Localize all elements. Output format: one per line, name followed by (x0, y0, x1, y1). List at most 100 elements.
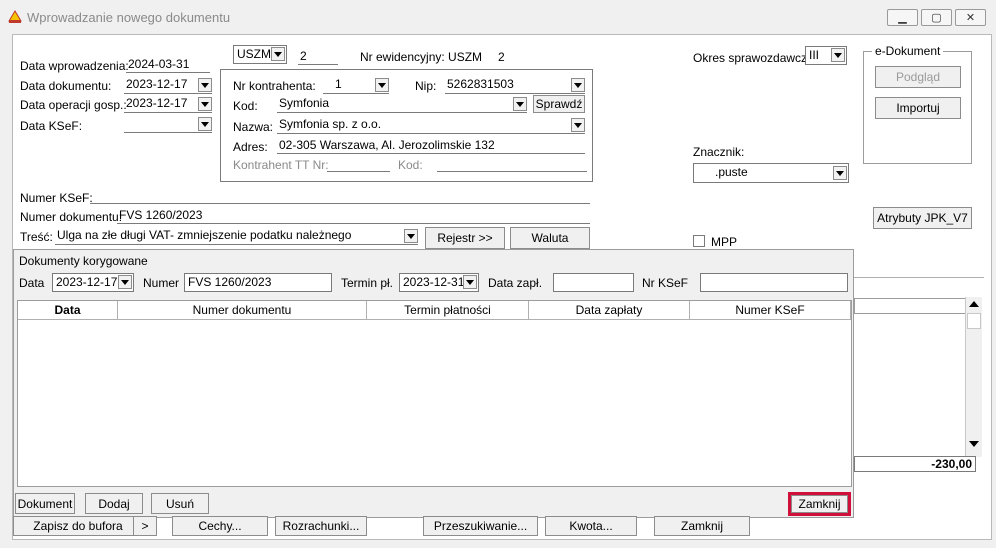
corr-data-picker[interactable]: 2023-12-17 (52, 273, 134, 292)
close-button[interactable]: ✕ (955, 9, 986, 26)
przeszukiwanie-button[interactable]: Przeszukiwanie... (423, 516, 538, 536)
kontrahent-tt-field[interactable] (327, 156, 390, 172)
data-ksef-label: Data KSeF: (20, 119, 83, 133)
tresc-label: Treść: (20, 230, 53, 244)
corr-termin-picker[interactable]: 2023-12-31 (399, 273, 479, 292)
scroll-up-icon[interactable] (969, 301, 979, 307)
znacznik-label: Znacznik: (693, 145, 745, 159)
column-header-numer[interactable]: Numer dokumentu (118, 301, 367, 320)
corr-numer-field[interactable]: FVS 1260/2023 (184, 273, 332, 292)
divider (854, 277, 984, 278)
adres-value: 02-305 Warszawa, Al. Jerozolimskie 132 (277, 138, 585, 154)
corr-termin-value: 2023-12-31 (403, 275, 465, 289)
scrollbar[interactable] (965, 297, 982, 457)
corrected-documents-table[interactable]: Data Numer dokumentu Termin płatności Da… (17, 300, 852, 487)
znacznik-select[interactable]: .puste (693, 163, 849, 183)
chevron-down-icon[interactable] (513, 97, 527, 111)
window-title: Wprowadzanie nowego dokumentu (27, 10, 231, 25)
more-button[interactable]: > (133, 516, 157, 536)
corr-data-value: 2023-12-17 (56, 275, 118, 289)
chevron-down-icon[interactable] (271, 47, 285, 61)
chevron-down-icon[interactable] (831, 48, 845, 62)
dokument-button[interactable]: Dokument (15, 493, 75, 514)
atrybuty-jpk-button[interactable]: Atrybuty JPK_V7 (873, 207, 972, 229)
zamknij-korygowane-button[interactable]: Zamknij (791, 495, 848, 513)
rejestr-button[interactable]: Rejestr >> (425, 227, 505, 249)
register-select[interactable]: USZM (233, 45, 287, 64)
chevron-down-icon[interactable] (198, 117, 212, 131)
dokumenty-korygowane-title: Dokumenty korygowane (19, 254, 148, 268)
nr-kontrahenta-label: Nr kontrahenta: (233, 79, 316, 93)
column-header-numer-ksef[interactable]: Numer KSeF (690, 301, 851, 320)
amount-field: -230,00 (854, 456, 976, 472)
numer-ksef-label: Numer KSeF: (20, 191, 93, 205)
data-operacji-label: Data operacji gosp.: (20, 98, 127, 112)
column-header-termin[interactable]: Termin płatności (367, 301, 529, 320)
data-dokumentu-value: 2023-12-17 (126, 77, 188, 91)
chevron-down-icon[interactable] (118, 275, 132, 289)
nazwa-select[interactable]: Symfonia sp. z o.o. (277, 117, 585, 134)
nazwa-label: Nazwa: (233, 120, 274, 134)
nr-kontrahenta-select[interactable]: 1 (323, 77, 389, 94)
chevron-down-icon[interactable] (833, 166, 847, 180)
corr-numer-label: Numer (143, 276, 180, 290)
data-wprowadzenia-value: 2024-03-31 (126, 57, 210, 73)
tresc-select[interactable]: Ulga na złe długi VAT- zmniejszenie poda… (55, 228, 418, 245)
zapisz-do-bufora-button[interactable]: Zapisz do bufora (13, 516, 143, 536)
corr-data-zapl-field[interactable] (553, 273, 634, 292)
numer-ksef-field[interactable] (90, 188, 590, 204)
scroll-down-icon[interactable] (969, 441, 979, 447)
chevron-down-icon[interactable] (571, 78, 585, 92)
corr-termin-label: Termin pł. (341, 276, 394, 290)
nr-kontrahenta-value: 1 (335, 77, 342, 91)
minimize-button[interactable]: ▁ (887, 9, 918, 26)
register-code: USZM (237, 47, 271, 61)
okres-label: Okres sprawozdawczy: (693, 51, 817, 65)
waluta-button[interactable]: Waluta (510, 227, 590, 249)
zamknij-button[interactable]: Zamknij (654, 516, 750, 536)
chevron-down-icon[interactable] (463, 275, 477, 289)
importuj-button[interactable]: Importuj (875, 97, 961, 119)
sprawdz-button[interactable]: Sprawdź (533, 95, 585, 113)
mpp-checkbox[interactable] (693, 235, 705, 247)
dodaj-button[interactable]: Dodaj (85, 493, 143, 514)
data-dokumentu-picker[interactable]: 2023-12-17 (124, 77, 212, 94)
corr-nr-ksef-field[interactable] (700, 273, 848, 292)
corr-data-zapl-label: Data zapł. (488, 276, 543, 290)
data-wprowadzenia-label: Data wprowadzenia: (20, 59, 129, 73)
data-ksef-picker[interactable] (124, 116, 212, 133)
okres-value: III (809, 48, 820, 62)
usun-button[interactable]: Usuń (151, 493, 209, 514)
rozrachunki-button[interactable]: Rozrachunki... (275, 516, 367, 536)
nip-label: Nip: (415, 79, 437, 93)
column-header-data[interactable]: Data (18, 301, 118, 320)
register-number: 2 (298, 49, 338, 65)
numer-dokumentu-label: Numer dokumentu: (20, 210, 123, 224)
tt-kod-field[interactable] (437, 156, 587, 172)
podglad-button[interactable]: Podgląd (875, 66, 961, 88)
znacznik-value: .puste (715, 165, 748, 179)
maximize-button[interactable]: ▢ (921, 9, 952, 26)
kwota-button[interactable]: Kwota... (545, 516, 637, 536)
app-icon (8, 10, 22, 23)
chevron-down-icon[interactable] (198, 78, 212, 92)
background-grid-cell (854, 298, 966, 314)
chevron-down-icon[interactable] (375, 78, 389, 92)
okres-select[interactable]: III (805, 46, 847, 65)
cechy-button[interactable]: Cechy... (172, 516, 268, 536)
kod-select[interactable]: Symfonia (277, 96, 527, 113)
numer-dokumentu-field[interactable]: FVS 1260/2023 (117, 208, 590, 224)
kod-value: Symfonia (279, 96, 330, 110)
kontrahent-tt-label: Kontrahent TT Nr: (233, 158, 329, 172)
chevron-down-icon[interactable] (404, 229, 418, 243)
maximize-icon: ▢ (931, 12, 942, 24)
corr-data-label: Data (19, 276, 45, 290)
nip-select[interactable]: 5262831503 (445, 77, 585, 94)
scrollbar-thumb[interactable] (967, 313, 981, 329)
chevron-down-icon[interactable] (571, 118, 585, 132)
chevron-down-icon[interactable] (198, 97, 212, 111)
corr-nr-ksef-label: Nr KSeF (642, 276, 689, 290)
data-operacji-picker[interactable]: 2023-12-17 (124, 96, 212, 113)
kod-label: Kod: (233, 99, 258, 113)
column-header-data-zaplaty[interactable]: Data zapłaty (529, 301, 690, 320)
